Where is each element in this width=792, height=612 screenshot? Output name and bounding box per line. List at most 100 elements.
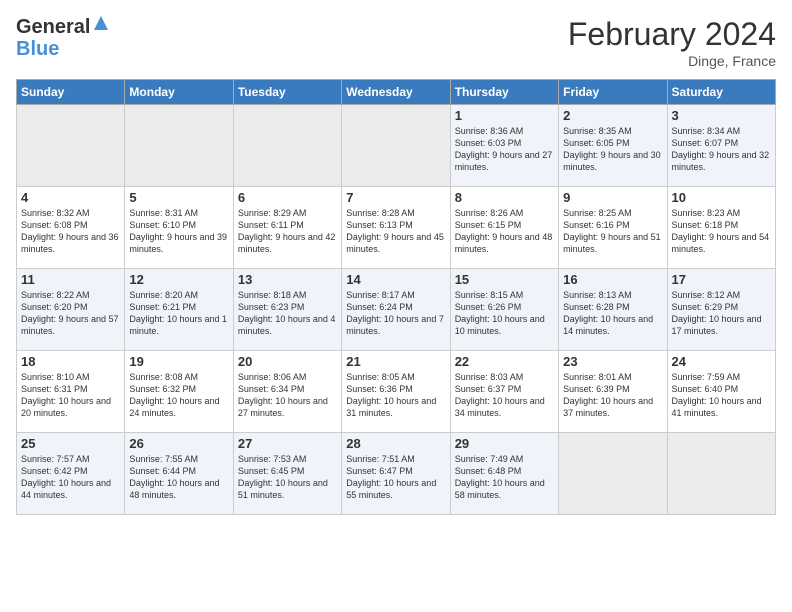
calendar-table: Sunday Monday Tuesday Wednesday Thursday… [16, 79, 776, 515]
calendar-week-2: 11 Sunrise: 8:22 AM Sunset: 6:20 PM Dayli… [17, 269, 776, 351]
day-number: 7 [346, 190, 445, 205]
col-sunday: Sunday [17, 80, 125, 105]
day-info: Sunrise: 8:05 AM Sunset: 6:36 PM Dayligh… [346, 371, 445, 420]
calendar-header-row: Sunday Monday Tuesday Wednesday Thursday… [17, 80, 776, 105]
table-row: 4 Sunrise: 8:32 AM Sunset: 6:08 PM Daylig… [17, 187, 125, 269]
day-number: 8 [455, 190, 554, 205]
day-info: Sunrise: 8:18 AM Sunset: 6:23 PM Dayligh… [238, 289, 337, 338]
day-info: Sunrise: 8:08 AM Sunset: 6:32 PM Dayligh… [129, 371, 228, 420]
logo-blue: Blue [16, 38, 110, 60]
day-info: Sunrise: 8:03 AM Sunset: 6:37 PM Dayligh… [455, 371, 554, 420]
day-number: 26 [129, 436, 228, 451]
day-number: 4 [21, 190, 120, 205]
day-number: 9 [563, 190, 662, 205]
table-row [125, 105, 233, 187]
table-row [233, 105, 341, 187]
table-row: 25 Sunrise: 7:57 AM Sunset: 6:42 PM Dayli… [17, 433, 125, 515]
table-row: 19 Sunrise: 8:08 AM Sunset: 6:32 PM Dayli… [125, 351, 233, 433]
day-number: 19 [129, 354, 228, 369]
table-row: 14 Sunrise: 8:17 AM Sunset: 6:24 PM Dayli… [342, 269, 450, 351]
day-number: 12 [129, 272, 228, 287]
day-number: 16 [563, 272, 662, 287]
table-row [17, 105, 125, 187]
table-row: 22 Sunrise: 8:03 AM Sunset: 6:37 PM Dayli… [450, 351, 558, 433]
day-number: 17 [672, 272, 771, 287]
day-info: Sunrise: 8:22 AM Sunset: 6:20 PM Dayligh… [21, 289, 120, 338]
day-number: 14 [346, 272, 445, 287]
table-row [667, 433, 775, 515]
day-info: Sunrise: 8:06 AM Sunset: 6:34 PM Dayligh… [238, 371, 337, 420]
day-number: 20 [238, 354, 337, 369]
table-row: 7 Sunrise: 8:28 AM Sunset: 6:13 PM Daylig… [342, 187, 450, 269]
logo-icon [92, 14, 110, 32]
day-number: 28 [346, 436, 445, 451]
day-info: Sunrise: 7:55 AM Sunset: 6:44 PM Dayligh… [129, 453, 228, 502]
day-number: 25 [21, 436, 120, 451]
table-row: 29 Sunrise: 7:49 AM Sunset: 6:48 PM Dayli… [450, 433, 558, 515]
table-row: 23Sunrise: 8:01 AM Sunset: 6:39 PM Dayli… [559, 351, 667, 433]
day-number: 11 [21, 272, 120, 287]
day-info: Sunrise: 8:23 AM Sunset: 6:18 PM Dayligh… [672, 207, 771, 256]
day-info: Sunrise: 8:36 AM Sunset: 6:03 PM Dayligh… [455, 125, 554, 174]
day-info: Sunrise: 8:17 AM Sunset: 6:24 PM Dayligh… [346, 289, 445, 338]
table-row: 9 Sunrise: 8:25 AM Sunset: 6:16 PM Daylig… [559, 187, 667, 269]
calendar-subtitle: Dinge, France [568, 53, 776, 69]
header: General Blue February 2024 Dinge, France [16, 16, 776, 69]
calendar-week-0: 1 Sunrise: 8:36 AM Sunset: 6:03 PM Daylig… [17, 105, 776, 187]
day-info: Sunrise: 8:31 AM Sunset: 6:10 PM Dayligh… [129, 207, 228, 256]
day-info: Sunrise: 7:57 AM Sunset: 6:42 PM Dayligh… [21, 453, 120, 502]
day-info: Sunrise: 8:32 AM Sunset: 6:08 PM Dayligh… [21, 207, 120, 256]
day-number: 5 [129, 190, 228, 205]
col-friday: Friday [559, 80, 667, 105]
day-number: 23 [563, 354, 662, 369]
table-row: 1 Sunrise: 8:36 AM Sunset: 6:03 PM Daylig… [450, 105, 558, 187]
col-tuesday: Tuesday [233, 80, 341, 105]
day-info: Sunrise: 8:28 AM Sunset: 6:13 PM Dayligh… [346, 207, 445, 256]
table-row: 18Sunrise: 8:10 AM Sunset: 6:31 PM Dayli… [17, 351, 125, 433]
day-info: Sunrise: 8:13 AM Sunset: 6:28 PM Dayligh… [563, 289, 662, 338]
col-saturday: Saturday [667, 80, 775, 105]
day-info: Sunrise: 8:25 AM Sunset: 6:16 PM Dayligh… [563, 207, 662, 256]
day-number: 24 [672, 354, 771, 369]
day-info: Sunrise: 8:15 AM Sunset: 6:26 PM Dayligh… [455, 289, 554, 338]
day-info: Sunrise: 8:35 AM Sunset: 6:05 PM Dayligh… [563, 125, 662, 174]
day-number: 1 [455, 108, 554, 123]
table-row: 8 Sunrise: 8:26 AM Sunset: 6:15 PM Daylig… [450, 187, 558, 269]
day-number: 2 [563, 108, 662, 123]
calendar-week-4: 25 Sunrise: 7:57 AM Sunset: 6:42 PM Dayli… [17, 433, 776, 515]
col-thursday: Thursday [450, 80, 558, 105]
day-number: 22 [455, 354, 554, 369]
calendar-week-3: 18Sunrise: 8:10 AM Sunset: 6:31 PM Dayli… [17, 351, 776, 433]
table-row: 6Sunrise: 8:29 AM Sunset: 6:11 PM Daylig… [233, 187, 341, 269]
col-wednesday: Wednesday [342, 80, 450, 105]
logo: General Blue [16, 16, 110, 60]
table-row: 21Sunrise: 8:05 AM Sunset: 6:36 PM Dayli… [342, 351, 450, 433]
day-number: 10 [672, 190, 771, 205]
day-number: 29 [455, 436, 554, 451]
day-info: Sunrise: 8:20 AM Sunset: 6:21 PM Dayligh… [129, 289, 228, 338]
day-number: 3 [672, 108, 771, 123]
day-info: Sunrise: 7:49 AM Sunset: 6:48 PM Dayligh… [455, 453, 554, 502]
calendar-week-1: 4 Sunrise: 8:32 AM Sunset: 6:08 PM Daylig… [17, 187, 776, 269]
table-row: 11 Sunrise: 8:22 AM Sunset: 6:20 PM Dayli… [17, 269, 125, 351]
day-info: Sunrise: 8:34 AM Sunset: 6:07 PM Dayligh… [672, 125, 771, 174]
day-number: 13 [238, 272, 337, 287]
table-row: 17Sunrise: 8:12 AM Sunset: 6:29 PM Dayli… [667, 269, 775, 351]
page: General Blue February 2024 Dinge, France… [0, 0, 792, 612]
calendar-title: February 2024 [568, 16, 776, 53]
title-block: February 2024 Dinge, France [568, 16, 776, 69]
table-row: 12 Sunrise: 8:20 AM Sunset: 6:21 PM Dayli… [125, 269, 233, 351]
table-row: 28Sunrise: 7:51 AM Sunset: 6:47 PM Dayli… [342, 433, 450, 515]
day-info: Sunrise: 8:26 AM Sunset: 6:15 PM Dayligh… [455, 207, 554, 256]
table-row: 3 Sunrise: 8:34 AM Sunset: 6:07 PM Daylig… [667, 105, 775, 187]
day-number: 27 [238, 436, 337, 451]
table-row: 24 Sunrise: 7:59 AM Sunset: 6:40 PM Dayli… [667, 351, 775, 433]
day-info: Sunrise: 7:59 AM Sunset: 6:40 PM Dayligh… [672, 371, 771, 420]
table-row: 13 Sunrise: 8:18 AM Sunset: 6:23 PM Dayli… [233, 269, 341, 351]
day-number: 15 [455, 272, 554, 287]
day-number: 18 [21, 354, 120, 369]
table-row [342, 105, 450, 187]
table-row: 2 Sunrise: 8:35 AM Sunset: 6:05 PM Daylig… [559, 105, 667, 187]
table-row: 10 Sunrise: 8:23 AM Sunset: 6:18 PM Dayli… [667, 187, 775, 269]
col-monday: Monday [125, 80, 233, 105]
